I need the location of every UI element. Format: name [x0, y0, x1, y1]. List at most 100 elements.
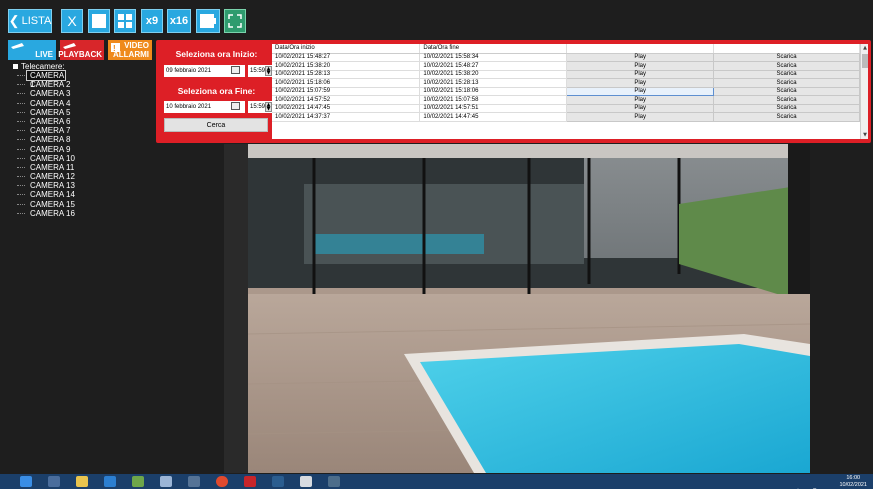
remote-app-icon[interactable] [272, 476, 284, 487]
chrome-icon[interactable] [216, 476, 228, 487]
filezilla-icon[interactable] [244, 476, 256, 487]
fit-screen-icon [200, 14, 216, 28]
playback-search-panel: Seleziona ora Inizio: 09 febbraio 2021 1… [156, 40, 871, 143]
play-button[interactable]: Play [566, 78, 715, 88]
play-button[interactable]: Play [566, 69, 715, 79]
play-button[interactable]: Play [566, 103, 715, 113]
internet-explorer-icon[interactable] [20, 476, 32, 487]
cell-start-time: 10/02/2021 15:48:27 [272, 53, 421, 62]
scroll-up-icon[interactable]: ▲ [861, 44, 868, 52]
start-year: 2021 [197, 68, 212, 74]
cell-start-time: 10/02/2021 14:37:37 [272, 112, 421, 122]
end-month: febbraio [174, 104, 197, 110]
play-button[interactable]: Play [566, 52, 715, 62]
play-button[interactable]: Play [566, 86, 715, 96]
live-label: LIVE [35, 50, 53, 59]
tree-item-camera[interactable]: CAMERA 7 [17, 126, 153, 135]
start-time-spinner[interactable]: ▲ ▼ [265, 66, 272, 76]
tree-item-camera[interactable]: CAMERA 3 [17, 89, 153, 98]
download-button[interactable]: Scarica [713, 78, 860, 88]
table-row: 10/02/2021 15:07:59 10/02/2021 15:18:06 Pl… [272, 86, 860, 96]
lista-button[interactable]: ❮ LISTA [8, 9, 52, 33]
download-button[interactable]: Scarica [713, 61, 860, 71]
tree-item-camera[interactable]: CAMERA 15 [17, 200, 153, 209]
start-day: 09 [166, 68, 173, 74]
play-button[interactable]: Play [566, 95, 715, 105]
surveillance-app: ❮ LISTA X x9 x16 LIVE PLAYBACK ! VIDEO A… [0, 0, 873, 489]
scroll-down-icon[interactable]: ▼ [861, 131, 868, 139]
cx-app-icon[interactable] [188, 476, 200, 487]
download-button[interactable]: Scarica [713, 52, 860, 62]
spreadsheet-icon[interactable] [132, 476, 144, 487]
tree-item-camera[interactable]: CAMERA 5 [17, 108, 153, 117]
tree-item-camera[interactable]: CAMERA 4 [17, 99, 153, 108]
start-date-picker[interactable]: 09 febbraio 2021 [164, 65, 245, 77]
tree-item-camera[interactable]: CAMERA 10 [17, 154, 153, 163]
tree-item-camera[interactable]: CAMERA 8 [17, 135, 153, 144]
tree-item-camera[interactable]: CAMERA 13 [17, 181, 153, 190]
document-icon[interactable] [160, 476, 172, 487]
calendar-icon[interactable] [231, 102, 240, 110]
download-button[interactable]: Scarica [713, 69, 860, 79]
tree-item-camera[interactable]: CAMERA 11 [17, 163, 153, 172]
cell-end-time: 10/02/2021 15:18:06 [419, 87, 568, 96]
tree-root-label: Telecamere: [21, 61, 65, 71]
table-row: 10/02/2021 15:48:27 10/02/2021 15:58:34 Pl… [272, 52, 860, 62]
end-time: 15:59 [250, 104, 266, 110]
download-button[interactable]: Scarica [713, 112, 860, 122]
play-button[interactable]: Play [566, 61, 715, 71]
tree-root[interactable]: Telecamere: [13, 61, 153, 71]
tree-item-camera[interactable]: CAMERA 9 [17, 145, 153, 154]
camera-video-feed[interactable] [224, 144, 810, 473]
calendar-icon[interactable] [231, 66, 240, 74]
chevron-left-icon: ❮ [8, 13, 20, 28]
settings-app-icon[interactable] [300, 476, 312, 487]
tree-item-camera[interactable]: CAMERA 2 [17, 80, 153, 89]
system-tray[interactable]: ▲ ⚑ ◫ ♬ [790, 478, 830, 489]
search-button[interactable]: Cerca [164, 118, 268, 132]
start-month: febbraio [174, 68, 197, 74]
lista-label: LISTA [21, 15, 52, 27]
end-time-spinner[interactable]: ▲ ▼ [265, 102, 272, 112]
play-button[interactable]: Play [566, 112, 715, 122]
fullscreen-button[interactable] [224, 9, 246, 33]
cell-end-time: 10/02/2021 15:58:34 [419, 53, 568, 62]
layout-9-button[interactable]: x9 [141, 9, 163, 33]
playback-mode-button[interactable]: PLAYBACK [58, 40, 104, 60]
layout-4-button[interactable] [114, 9, 136, 33]
layout-1-button[interactable] [88, 9, 110, 33]
download-button[interactable]: Scarica [713, 86, 860, 96]
end-date-picker[interactable]: 10 febbraio 2021 [164, 101, 245, 113]
desktop-icon[interactable] [48, 476, 60, 487]
table-scrollbar[interactable]: ▲ ▼ [860, 44, 868, 139]
table-row: 10/02/2021 14:57:52 10/02/2021 15:07:58 Pl… [272, 95, 860, 105]
scroll-thumb[interactable] [862, 54, 868, 68]
cell-start-time: 10/02/2021 15:18:06 [272, 78, 421, 88]
browser-app-icon[interactable] [328, 476, 340, 487]
live-mode-button[interactable]: LIVE [8, 40, 56, 60]
tree-item-camera[interactable]: CAMERA 14 [17, 190, 153, 199]
cell-start-time: 10/02/2021 14:57:52 [272, 95, 421, 105]
tray-clock[interactable]: 16:00 10/02/2021 [839, 475, 867, 488]
tree-item-camera[interactable]: CAMERA 16 [17, 209, 153, 218]
download-button[interactable]: Scarica [713, 95, 860, 105]
table-header-row: Data/Ora inizio Data/Ora fine [272, 44, 860, 54]
tree-item-camera[interactable]: CAMERA 1 [17, 69, 66, 89]
fit-view-button[interactable] [196, 9, 220, 33]
tree-item-camera[interactable]: CAMERA 6 [17, 117, 153, 126]
cell-end-time: 10/02/2021 15:38:20 [419, 70, 568, 79]
tree-item-camera[interactable]: CAMERA 12 [17, 172, 153, 181]
file-explorer-icon[interactable] [76, 476, 88, 487]
camera-tree: Telecamere: CAMERA 1 CAMERA 2 CAMERA 3 CAME… [13, 61, 153, 218]
video-alarms-button[interactable]: ! VIDEO ALLARMI [108, 40, 152, 60]
recordings-table: Data/Ora inizio Data/Ora fine 10/02/2021… [272, 44, 868, 139]
cell-start-time: 10/02/2021 15:38:20 [272, 61, 421, 71]
collapse-icon [13, 63, 18, 69]
x16-label: x16 [169, 15, 189, 27]
store-icon[interactable] [104, 476, 116, 487]
download-button[interactable]: Scarica [713, 103, 860, 113]
close-view-button[interactable]: X [61, 9, 83, 33]
layout-16-button[interactable]: x16 [167, 9, 191, 33]
start-time-label: Seleziona ora Inizio: [175, 49, 258, 59]
cell-end-time: 10/02/2021 14:47:45 [419, 112, 568, 122]
